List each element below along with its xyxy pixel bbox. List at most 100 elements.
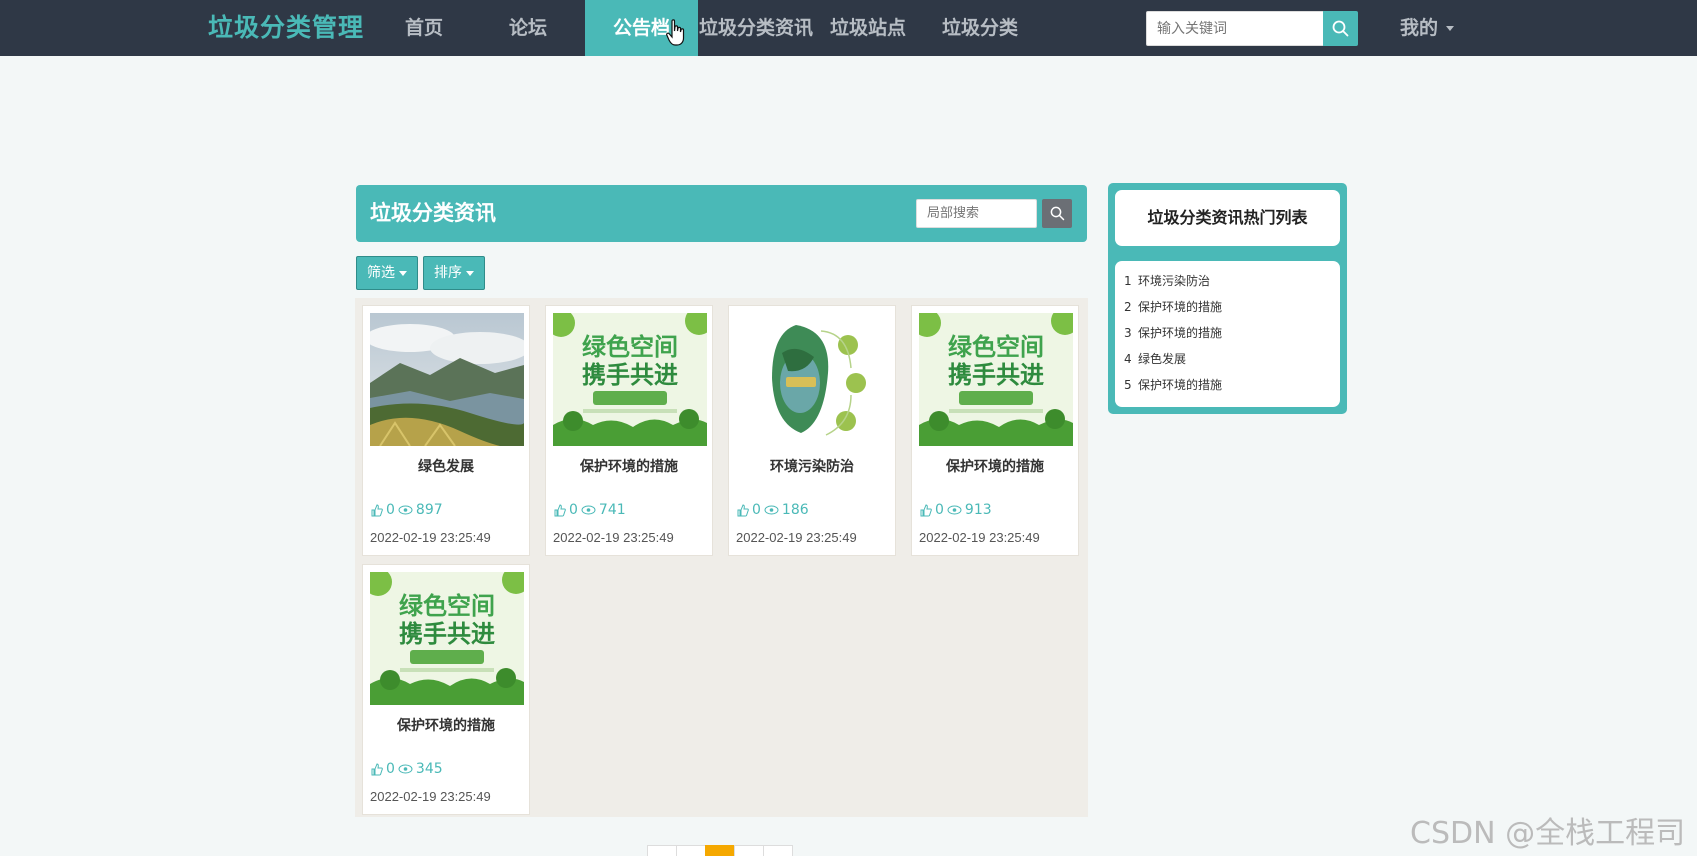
view-count: 897 xyxy=(415,502,443,518)
news-thumbnail: 绿色空间 携手共进 xyxy=(553,313,707,446)
poster-line-1: 绿色空间 xyxy=(948,333,1044,361)
thumbs-up-icon xyxy=(371,762,383,775)
news-card-date: 2022-02-19 23:25:49 xyxy=(553,530,674,545)
news-thumbnail xyxy=(370,313,524,446)
hot-item-number: 2 xyxy=(1124,300,1132,314)
hot-list: 1 环境污染防治 2 保护环境的措施 3 保护环境的措施 4 绿色发展 5 保护环境的措施 xyxy=(1115,261,1340,407)
hot-list-item[interactable]: 5 保护环境的措施 xyxy=(1124,372,1340,398)
hot-list-item[interactable]: 3 保护环境的措施 xyxy=(1124,320,1340,346)
nav-item-stations[interactable]: 垃圾站点 xyxy=(820,0,916,56)
page-title: 垃圾分类资讯 xyxy=(370,201,496,225)
thumbs-up-icon xyxy=(920,503,932,516)
news-card-title: 保护环境的措施 xyxy=(580,459,678,475)
eye-icon xyxy=(398,505,413,515)
view-count: 741 xyxy=(598,502,626,518)
nav-item-home[interactable]: 首页 xyxy=(380,0,468,56)
hot-item-label: 环境污染防治 xyxy=(1138,274,1211,288)
hot-list-panel: 垃圾分类资讯热门列表 1 环境污染防治 2 保护环境的措施 3 保护环境的措施 4 绿色… xyxy=(1108,183,1347,414)
like-count: 0 xyxy=(935,502,944,518)
news-card[interactable]: 绿色空间 携手共进 保护环境的措施 0 345 2022-02-19 23:25… xyxy=(362,564,530,815)
hot-item-number: 4 xyxy=(1124,352,1132,366)
thumbs-up-icon xyxy=(737,503,749,516)
hot-item-number: 3 xyxy=(1124,326,1132,340)
poster-line-2: 携手共进 xyxy=(582,361,678,389)
poster-line-1: 绿色空间 xyxy=(399,592,495,620)
news-card-title: 保护环境的措施 xyxy=(397,718,495,734)
search-input[interactable] xyxy=(1146,11,1324,46)
view-count: 186 xyxy=(781,502,809,518)
search-icon xyxy=(1050,206,1064,221)
news-card-stats: 0 913 xyxy=(920,502,992,518)
filter-label: 筛选 xyxy=(367,265,395,281)
news-thumbnail: 绿色空间 携手共进 xyxy=(919,313,1073,446)
user-menu[interactable]: 我的 xyxy=(1400,0,1455,56)
news-card[interactable]: 绿色空间 携手共进 保护环境的措施 0 741 2022-02-19 23:25… xyxy=(545,305,713,556)
poster-line-2: 携手共进 xyxy=(399,620,495,648)
like-count: 0 xyxy=(752,502,761,518)
pagination-page[interactable] xyxy=(734,845,764,856)
hot-list-item[interactable]: 4 绿色发展 xyxy=(1124,346,1340,372)
news-card-stats: 0 345 xyxy=(371,761,443,777)
news-grid: 绿色发展 0 897 2022-02-19 23:25:49 绿色空间 携手共进… xyxy=(355,298,1088,817)
news-card-date: 2022-02-19 23:25:49 xyxy=(370,530,491,545)
news-card-date: 2022-02-19 23:25:49 xyxy=(919,530,1040,545)
pagination-next[interactable] xyxy=(763,845,793,856)
nav-item-forum[interactable]: 论坛 xyxy=(484,0,572,56)
news-card[interactable]: 绿色发展 0 897 2022-02-19 23:25:49 xyxy=(362,305,530,556)
like-count: 0 xyxy=(386,502,395,518)
news-card-title: 环境污染防治 xyxy=(770,459,854,475)
hot-item-label: 保护环境的措施 xyxy=(1138,326,1223,340)
hand-cursor-icon xyxy=(666,19,685,46)
view-count: 345 xyxy=(415,761,443,777)
hot-list-item[interactable]: 1 环境污染防治 xyxy=(1124,268,1340,294)
sort-label: 排序 xyxy=(434,265,462,281)
pagination-page[interactable] xyxy=(676,845,706,856)
local-search-button[interactable] xyxy=(1042,199,1072,228)
news-card-title: 绿色发展 xyxy=(418,459,474,475)
like-count: 0 xyxy=(386,761,395,777)
hot-item-label: 保护环境的措施 xyxy=(1138,378,1223,392)
poster-line-1: 绿色空间 xyxy=(582,333,678,361)
view-count: 913 xyxy=(964,502,992,518)
pagination-prev[interactable] xyxy=(647,845,677,856)
news-card-stats: 0 186 xyxy=(737,502,809,518)
news-card-date: 2022-02-19 23:25:49 xyxy=(370,789,491,804)
news-card[interactable]: 绿色空间 携手共进 保护环境的措施 0 913 2022-02-19 23:25… xyxy=(911,305,1079,556)
top-navbar: 垃圾分类管理 首页 论坛 公告档 垃圾分类资讯 垃圾站点 垃圾分类 我的 xyxy=(0,0,1697,56)
hot-item-label: 保护环境的措施 xyxy=(1138,300,1223,314)
eye-icon xyxy=(947,505,962,515)
hot-item-number: 5 xyxy=(1124,378,1132,392)
news-card-stats: 0 897 xyxy=(371,502,443,518)
watermark-text: CSDN @全栈工程司 xyxy=(1410,816,1686,851)
chevron-down-icon xyxy=(1446,26,1455,31)
brand-logo[interactable]: 垃圾分类管理 xyxy=(208,0,364,56)
news-card[interactable]: 环境污染防治 0 186 2022-02-19 23:25:49 xyxy=(728,305,896,556)
filter-dropdown[interactable]: 筛选 xyxy=(356,256,418,290)
hot-item-label: 绿色发展 xyxy=(1138,352,1187,366)
news-thumbnail xyxy=(736,313,890,446)
hot-item-number: 1 xyxy=(1124,274,1132,288)
chevron-down-icon xyxy=(399,270,407,276)
pagination-page-current[interactable] xyxy=(705,845,735,856)
news-card-stats: 0 741 xyxy=(554,502,626,518)
poster-line-2: 携手共进 xyxy=(948,361,1044,389)
nav-item-news[interactable]: 垃圾分类资讯 xyxy=(699,0,813,56)
like-count: 0 xyxy=(569,502,578,518)
hot-list-title: 垃圾分类资讯热门列表 xyxy=(1115,190,1340,246)
nav-item-categories[interactable]: 垃圾分类 xyxy=(932,0,1028,56)
eye-icon xyxy=(581,505,596,515)
hot-list-item[interactable]: 2 保护环境的措施 xyxy=(1124,294,1340,320)
user-menu-label: 我的 xyxy=(1400,17,1439,39)
chevron-down-icon xyxy=(466,270,474,276)
thumbs-up-icon xyxy=(371,503,383,516)
news-card-date: 2022-02-19 23:25:49 xyxy=(736,530,857,545)
sort-dropdown[interactable]: 排序 xyxy=(423,256,485,290)
news-thumbnail: 绿色空间 携手共进 xyxy=(370,572,524,705)
local-search-input[interactable] xyxy=(916,199,1037,228)
search-icon xyxy=(1332,20,1349,37)
thumbs-up-icon xyxy=(554,503,566,516)
news-card-title: 保护环境的措施 xyxy=(946,459,1044,475)
eye-icon xyxy=(398,764,413,774)
search-button[interactable] xyxy=(1323,11,1358,46)
news-header: 垃圾分类资讯 xyxy=(356,185,1087,242)
